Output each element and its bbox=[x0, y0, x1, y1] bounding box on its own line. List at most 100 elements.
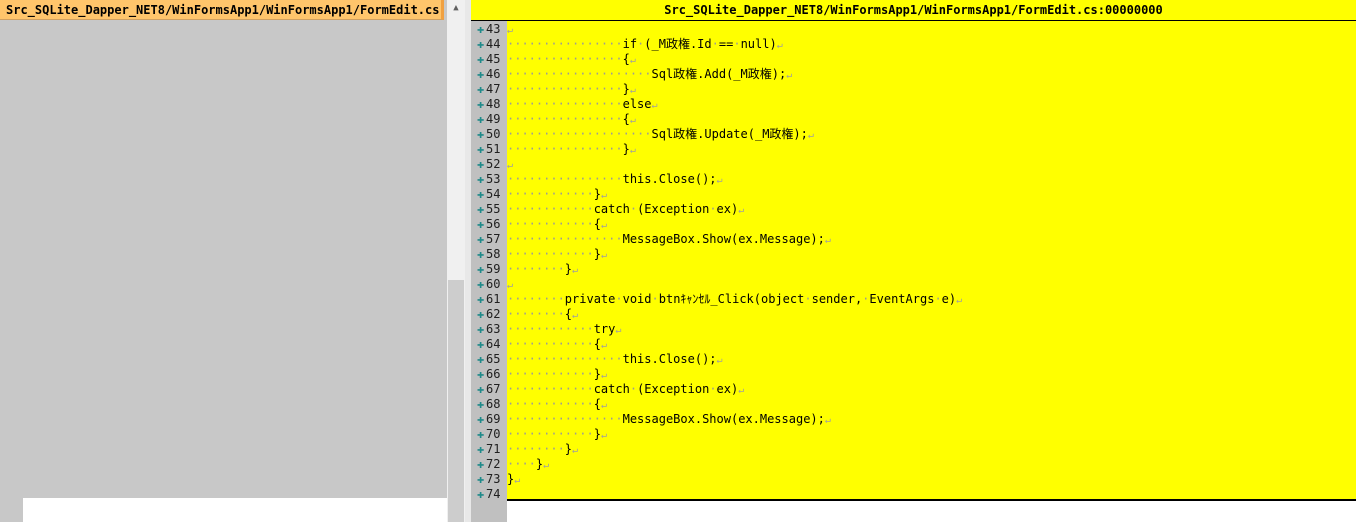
code-text: this.Close(); bbox=[622, 352, 717, 366]
plus-icon[interactable]: ✚ bbox=[477, 52, 486, 67]
gutter-row[interactable]: ✚ 52 bbox=[477, 157, 500, 172]
gutter-row[interactable]: ✚ 55 bbox=[477, 202, 500, 217]
code-text: MessageBox.Show(ex.Message); bbox=[622, 412, 825, 426]
whitespace-marker: ················ bbox=[507, 112, 623, 126]
plus-icon[interactable]: ✚ bbox=[477, 97, 486, 112]
gutter-row[interactable]: ✚ 72 bbox=[477, 457, 500, 472]
gutter-row[interactable]: ✚ 69 bbox=[477, 412, 500, 427]
plus-icon[interactable]: ✚ bbox=[477, 277, 486, 292]
gutter-row[interactable]: ✚ 71 bbox=[477, 442, 500, 457]
plus-icon[interactable]: ✚ bbox=[477, 382, 486, 397]
gutter-row[interactable]: ✚ 61 bbox=[477, 292, 500, 307]
plus-icon[interactable]: ✚ bbox=[477, 442, 486, 457]
whitespace-marker: ················ bbox=[507, 232, 623, 246]
plus-icon[interactable]: ✚ bbox=[477, 127, 486, 142]
code-line: ················{↵ bbox=[507, 112, 636, 127]
plus-icon[interactable]: ✚ bbox=[477, 247, 486, 262]
gutter-row[interactable]: ✚ 56 bbox=[477, 217, 500, 232]
line-number: 49 bbox=[486, 112, 501, 126]
gutter-row[interactable]: ✚ 51 bbox=[477, 142, 500, 157]
gutter-row[interactable]: ✚ 64 bbox=[477, 337, 500, 352]
code-text: catch·(Exception·ex) bbox=[593, 202, 739, 216]
plus-icon[interactable]: ✚ bbox=[477, 412, 486, 427]
vertical-scrollbar[interactable]: ▲ bbox=[447, 0, 465, 522]
plus-icon[interactable]: ✚ bbox=[477, 307, 486, 322]
gutter-row[interactable]: ✚ 48 bbox=[477, 97, 500, 112]
code-line: ················}↵ bbox=[507, 142, 636, 157]
code-view[interactable]: ↵ ················if·(_M政権.Id·==·null)↵ ··… bbox=[507, 21, 1356, 501]
whitespace-marker: ············ bbox=[507, 337, 594, 351]
plus-icon[interactable]: ✚ bbox=[477, 262, 486, 277]
plus-icon[interactable]: ✚ bbox=[477, 157, 486, 172]
left-gutter-strip bbox=[0, 498, 23, 522]
crlf-icon: ↵ bbox=[824, 235, 831, 246]
gutter-row[interactable]: ✚ 47 bbox=[477, 82, 500, 97]
gutter-row[interactable]: ✚ 73 bbox=[477, 472, 500, 487]
plus-icon[interactable]: ✚ bbox=[477, 352, 486, 367]
whitespace-marker: ············ bbox=[507, 382, 594, 396]
gutter-row[interactable]: ✚ 74 bbox=[477, 487, 500, 502]
plus-icon[interactable]: ✚ bbox=[477, 232, 486, 247]
gutter-row[interactable]: ✚ 68 bbox=[477, 397, 500, 412]
plus-icon[interactable]: ✚ bbox=[477, 82, 486, 97]
line-number: 64 bbox=[486, 337, 501, 351]
gutter-row[interactable]: ✚ 59 bbox=[477, 262, 500, 277]
plus-icon[interactable]: ✚ bbox=[477, 172, 486, 187]
plus-icon[interactable]: ✚ bbox=[477, 457, 486, 472]
plus-icon[interactable]: ✚ bbox=[477, 187, 486, 202]
plus-icon[interactable]: ✚ bbox=[477, 292, 486, 307]
gutter-row[interactable]: ✚ 58 bbox=[477, 247, 500, 262]
crlf-icon: ↵ bbox=[600, 400, 607, 411]
gutter-row[interactable]: ✚ 50 bbox=[477, 127, 500, 142]
whitespace-marker: ················ bbox=[507, 412, 623, 426]
gutter-row[interactable]: ✚ 57 bbox=[477, 232, 500, 247]
plus-icon[interactable]: ✚ bbox=[477, 22, 486, 37]
line-number: 66 bbox=[486, 367, 501, 381]
gutter-row[interactable]: ✚ 45 bbox=[477, 52, 500, 67]
gutter-row[interactable]: ✚ 67 bbox=[477, 382, 500, 397]
plus-icon[interactable]: ✚ bbox=[477, 472, 486, 487]
plus-icon[interactable]: ✚ bbox=[477, 367, 486, 382]
gutter-row[interactable]: ✚ 63 bbox=[477, 322, 500, 337]
plus-icon[interactable]: ✚ bbox=[477, 487, 486, 502]
gutter-row[interactable]: ✚ 43 bbox=[477, 22, 500, 37]
gutter-row[interactable]: ✚ 70 bbox=[477, 427, 500, 442]
gutter-row[interactable]: ✚ 65 bbox=[477, 352, 500, 367]
gutter-row[interactable]: ✚ 66 bbox=[477, 367, 500, 382]
plus-icon[interactable]: ✚ bbox=[477, 112, 486, 127]
plus-icon[interactable]: ✚ bbox=[477, 397, 486, 412]
plus-icon[interactable]: ✚ bbox=[477, 202, 486, 217]
whitespace-marker: ···················· bbox=[507, 127, 652, 141]
plus-icon[interactable]: ✚ bbox=[477, 67, 486, 82]
crlf-icon: ↵ bbox=[572, 310, 579, 321]
left-file-header: Src_SQLite_Dapper_NET8/WinFormsApp1/WinF… bbox=[0, 0, 444, 20]
gutter-row[interactable]: ✚ 62 bbox=[477, 307, 500, 322]
whitespace-marker: ············ bbox=[507, 397, 594, 411]
gutter-row[interactable]: ✚ 49 bbox=[477, 112, 500, 127]
code-line: ↵ bbox=[507, 157, 513, 172]
whitespace-marker: ············ bbox=[507, 202, 594, 216]
plus-icon[interactable]: ✚ bbox=[477, 217, 486, 232]
plus-icon[interactable]: ✚ bbox=[477, 337, 486, 352]
code-line: ↵ bbox=[507, 277, 513, 292]
whitespace-marker: ················ bbox=[507, 352, 623, 366]
gutter-row[interactable]: ✚ 44 bbox=[477, 37, 500, 52]
plus-icon[interactable]: ✚ bbox=[477, 322, 486, 337]
code-line: ····················Sql政権.Update(_M政権);↵ bbox=[507, 127, 814, 142]
scroll-up-arrow-icon[interactable]: ▲ bbox=[447, 0, 465, 17]
gutter-row[interactable]: ✚ 53 bbox=[477, 172, 500, 187]
code-text: } bbox=[593, 367, 601, 381]
gutter-row[interactable]: ✚ 60 bbox=[477, 277, 500, 292]
code-line: ············catch·(Exception·ex)↵ bbox=[507, 202, 744, 217]
gutter-row[interactable]: ✚ 46 bbox=[477, 67, 500, 82]
code-line: ············}↵ bbox=[507, 187, 607, 202]
left-empty-area bbox=[23, 498, 447, 522]
plus-icon[interactable]: ✚ bbox=[477, 427, 486, 442]
plus-icon[interactable]: ✚ bbox=[477, 37, 486, 52]
scroll-track[interactable] bbox=[448, 17, 464, 280]
line-number: 61 bbox=[486, 292, 501, 306]
gutter-row[interactable]: ✚ 54 bbox=[477, 187, 500, 202]
code-text: } bbox=[622, 82, 630, 96]
scroll-thumb[interactable] bbox=[448, 280, 464, 522]
plus-icon[interactable]: ✚ bbox=[477, 142, 486, 157]
